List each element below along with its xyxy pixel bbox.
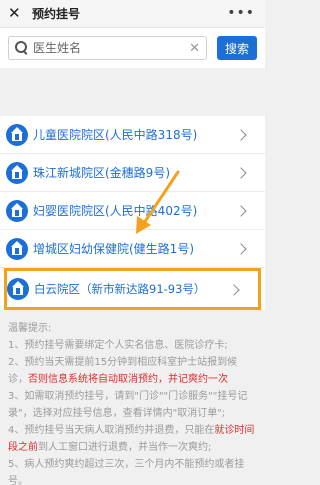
chevron-right-icon: [235, 243, 247, 255]
notes-title: 温馨提示:: [8, 323, 52, 334]
campus-label: 增城区妇幼保健院(健生路1号): [33, 242, 194, 256]
campus-label: 儿童医院院区(人民中路318号): [33, 128, 198, 142]
more-options-icon[interactable]: •••: [227, 6, 255, 20]
campus-item-children[interactable]: 儿童医院院区(人民中路318号): [0, 116, 265, 154]
chevron-right-icon: [235, 205, 247, 217]
campus-label: 白云院区（新市新达路91-93号）: [34, 282, 206, 296]
chevron-right-icon: [235, 129, 247, 141]
hospital-icon: [6, 123, 28, 146]
hospital-icon: [6, 161, 28, 184]
clear-icon[interactable]: ✕: [189, 42, 200, 55]
search-bar: ✕ 搜索: [0, 28, 265, 68]
note-item: 3、如需取消预约挂号，请到"门诊""门诊服务""挂号记录"，选择对应挂号信息，查…: [8, 391, 248, 419]
campus-item-zengcheng[interactable]: 增城区妇幼保健院(健生路1号): [0, 230, 265, 268]
title-bar: ✕ 预约挂号 •••: [0, 0, 265, 28]
warning-text: 否则信息系统将自动取消预约，并记爽约一次: [28, 374, 228, 385]
campus-list: 儿童医院院区(人民中路318号) 珠江新城院区(金穗路9号) 妇婴医院院区(人民…: [0, 116, 265, 310]
page-title: 预约挂号: [32, 7, 81, 21]
campus-item-baiyun[interactable]: 白云院区（新市新达路91-93号）: [4, 268, 261, 310]
campus-label: 珠江新城院区(金穗路9号): [33, 166, 170, 180]
campus-item-maternity[interactable]: 妇婴医院院区(人民中路402号): [0, 192, 265, 230]
notes-section: 温馨提示: 1、预约挂号需要绑定个人实名信息、医院诊疗卡; 2、预约当天需提前1…: [0, 310, 265, 485]
chevron-right-icon: [228, 284, 240, 296]
search-icon: [15, 41, 29, 55]
search-button[interactable]: 搜索: [217, 36, 257, 60]
close-icon[interactable]: ✕: [8, 6, 22, 21]
note-item: 5、病人预约爽约超过三次，三个月内不能预约或者挂号。: [8, 459, 245, 485]
hospital-icon: [6, 199, 28, 222]
search-box[interactable]: ✕: [8, 36, 207, 60]
campus-item-zhujiang[interactable]: 珠江新城院区(金穗路9号): [0, 154, 265, 192]
campus-label: 妇婴医院院区(人民中路402号): [33, 204, 198, 218]
chevron-right-icon: [235, 167, 247, 179]
note-item: 1、预约挂号需要绑定个人实名信息、医院诊疗卡;: [8, 340, 228, 351]
search-input[interactable]: [33, 41, 190, 55]
hospital-icon: [6, 237, 28, 260]
note-item: 4、预约挂号当天病人取消预约并退费，只能在就诊时间段之前到人工窗口进行退费，并当…: [8, 425, 255, 453]
note-item: 2、预约当天需提前15分钟到相应科室护士站报到候诊，否则信息系统将自动取消预约，…: [8, 357, 238, 385]
hospital-icon: [7, 278, 29, 300]
